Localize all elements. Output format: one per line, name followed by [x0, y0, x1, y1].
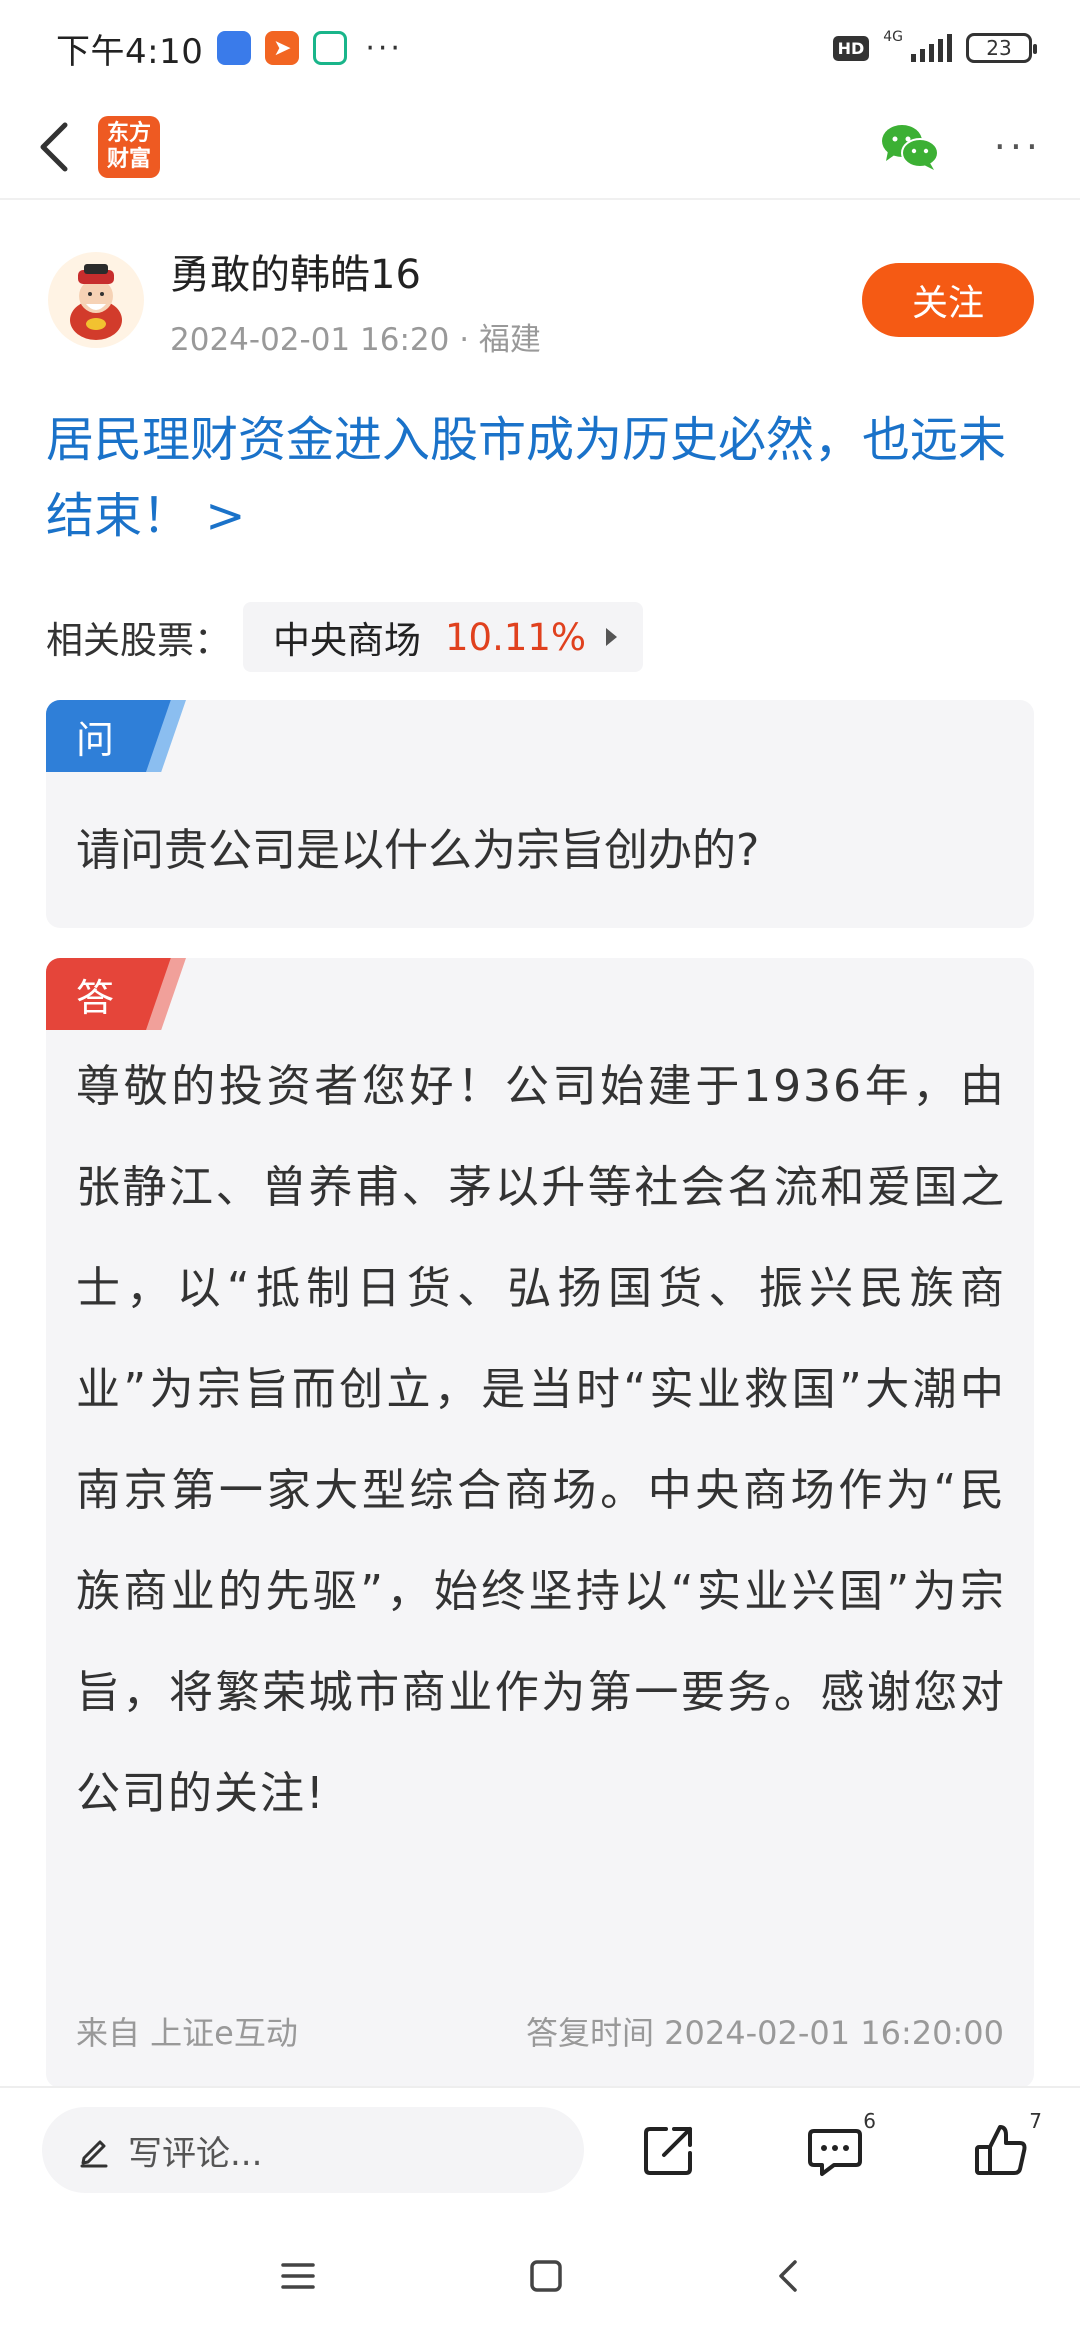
related-stocks: 相关股票： 中央商场 10.11%: [46, 602, 644, 672]
comment-count: 6: [863, 2109, 876, 2133]
signal-icon: [911, 34, 952, 62]
post-meta: 2024-02-01 16:20 · 福建: [170, 321, 541, 358]
post-title-link[interactable]: 居民理财资金进入股市成为历史必然，也远未结束！ >: [46, 402, 1042, 554]
stock-chip[interactable]: 中央商场 10.11%: [243, 602, 644, 672]
author-row: 勇敢的韩皓16 2024-02-01 16:20 · 福建 关注: [48, 240, 1034, 360]
status-overflow-icon: ···: [365, 30, 403, 66]
share-button[interactable]: [640, 2121, 698, 2179]
question-tag-label: 问: [76, 717, 115, 762]
like-button[interactable]: 7: [972, 2109, 1042, 2179]
stock-change: 10.11%: [445, 615, 587, 659]
answer-tag-label: 答: [76, 975, 115, 1020]
status-time: 下午4:10: [56, 31, 204, 72]
question-text: 请问贵公司是以什么为宗旨创办的?: [76, 825, 760, 876]
back-button[interactable]: [24, 117, 84, 177]
wallet-app-icon: [217, 31, 252, 65]
thumbs-up-icon: [975, 2125, 1027, 2175]
hd-voice-icon: HD: [832, 35, 870, 61]
pencil-icon: [80, 2140, 108, 2168]
system-back-icon[interactable]: [777, 2259, 799, 2293]
nav-bar: 东方 财富 ···: [0, 96, 1080, 200]
network-type: 4G: [883, 29, 903, 45]
system-nav-bar: [0, 2212, 1080, 2340]
menu-icon[interactable]: [281, 2261, 315, 2291]
answer-footer: 来自 上证e互动 答复时间 2024-02-01 16:20:00: [76, 2008, 1004, 2054]
battery-icon: 23: [966, 33, 1037, 63]
app-logo: 东方 财富: [98, 116, 160, 178]
question-card: 问 请问贵公司是以什么为宗旨创办的?: [46, 700, 1034, 928]
chevron-right-icon: [606, 628, 618, 646]
comment-icon: [808, 2129, 862, 2176]
follow-button[interactable]: 关注: [862, 263, 1034, 337]
bottom-action-bar: 写评论... 6 7: [0, 2086, 1080, 2212]
answer-reply-time: 答复时间 2024-02-01 16:20:00: [525, 2014, 1004, 2052]
logo-line-2: 财富: [106, 147, 151, 172]
send-app-icon: ➤: [265, 31, 300, 65]
comments-button[interactable]: 6: [806, 2109, 876, 2179]
answer-source: 来自 上证e互动: [76, 2014, 298, 2052]
wechat-share-icon[interactable]: [880, 123, 940, 171]
drop-app-icon: [313, 31, 348, 65]
status-bar: 下午4:10 ➤ ··· HD 4G 23: [0, 0, 1080, 96]
like-count: 7: [1029, 2109, 1042, 2133]
stock-name: 中央商场: [273, 619, 421, 662]
answer-text: 尊敬的投资者您好！公司始建于1936年，由张静江、曾养甫、茅以升等社会名流和爱国…: [76, 1061, 1006, 1819]
comment-input[interactable]: 写评论...: [42, 2107, 584, 2193]
logo-line-1: 东方: [106, 121, 151, 146]
back-arrow-icon: [40, 122, 68, 172]
home-icon[interactable]: [529, 2259, 563, 2293]
answer-card: 答 尊敬的投资者您好！公司始建于1936年，由张静江、曾养甫、茅以升等社会名流和…: [46, 958, 1034, 2088]
share-icon: [644, 2127, 692, 2175]
author-name[interactable]: 勇敢的韩皓16: [170, 242, 541, 300]
fortune-god-avatar-icon: [70, 264, 122, 340]
battery-level: 23: [986, 36, 1012, 60]
comment-placeholder: 写评论...: [128, 2133, 263, 2174]
avatar[interactable]: [48, 252, 144, 348]
more-options-icon[interactable]: ···: [994, 125, 1056, 169]
related-label: 相关股票：: [46, 619, 231, 662]
